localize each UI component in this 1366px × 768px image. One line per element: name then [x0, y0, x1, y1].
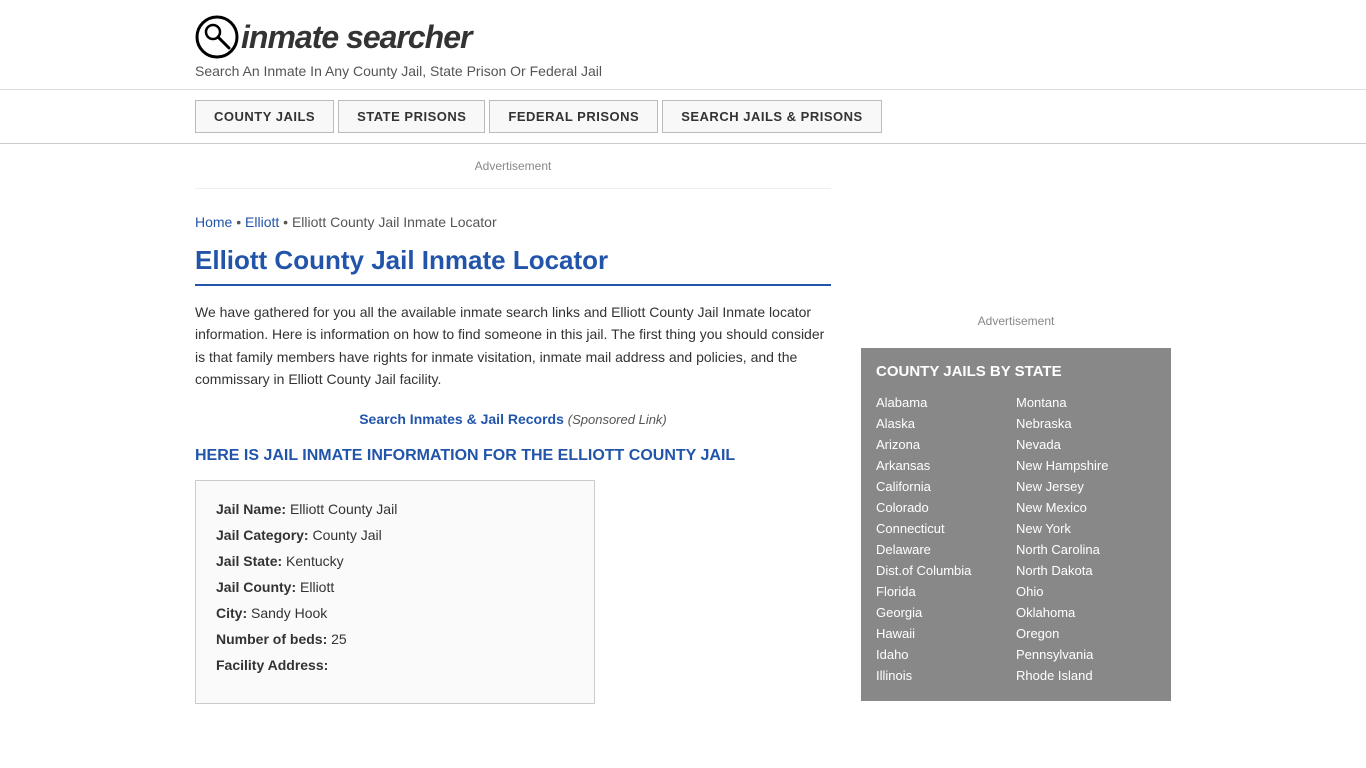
info-row-category: Jail Category: County Jail — [216, 527, 574, 543]
breadcrumb-current: Elliott County Jail Inmate Locator — [292, 214, 497, 230]
info-value-county: Elliott — [300, 579, 334, 595]
states-col2: Montana Nebraska Nevada New Hampshire Ne… — [1016, 392, 1156, 686]
info-box: Jail Name: Elliott County Jail Jail Cate… — [195, 480, 595, 704]
info-label-county: Jail County: — [216, 579, 296, 595]
state-link-north-carolina[interactable]: North Carolina — [1016, 539, 1156, 560]
state-link-hawaii[interactable]: Hawaii — [876, 623, 1016, 644]
body-text: We have gathered for you all the availab… — [195, 301, 831, 391]
section-heading: HERE IS JAIL INMATE INFORMATION FOR THE … — [195, 447, 831, 465]
nav-federal-prisons[interactable]: FEDERAL PRISONS — [489, 100, 658, 133]
state-link-delaware[interactable]: Delaware — [876, 539, 1016, 560]
state-link-rhode-island[interactable]: Rhode Island — [1016, 665, 1156, 686]
logo-area: inmate searcher — [195, 15, 1171, 59]
state-link-illinois[interactable]: Illinois — [876, 665, 1016, 686]
nav-state-prisons[interactable]: STATE PRISONS — [338, 100, 485, 133]
info-row-county: Jail County: Elliott — [216, 579, 574, 595]
state-link-idaho[interactable]: Idaho — [876, 644, 1016, 665]
info-value-city: Sandy Hook — [251, 605, 327, 621]
info-value-name: Elliott County Jail — [290, 501, 397, 517]
content-wrapper: Advertisement Home • Elliott • Elliott C… — [0, 144, 1366, 704]
state-link-colorado[interactable]: Colorado — [876, 497, 1016, 518]
site-header: inmate searcher Search An Inmate In Any … — [0, 0, 1366, 90]
county-jails-title: COUNTY JAILS BY STATE — [876, 363, 1156, 380]
breadcrumb: Home • Elliott • Elliott County Jail Inm… — [195, 204, 831, 245]
state-link-montana[interactable]: Montana — [1016, 392, 1156, 413]
info-value-state: Kentucky — [286, 553, 344, 569]
state-link-north-dakota[interactable]: North Dakota — [1016, 560, 1156, 581]
info-row-state: Jail State: Kentucky — [216, 553, 574, 569]
county-jails-by-state: COUNTY JAILS BY STATE Alabama Alaska Ari… — [861, 348, 1171, 701]
sidebar-ad: Advertisement — [861, 314, 1171, 328]
info-value-beds: 25 — [331, 631, 347, 647]
ad-banner-top: Advertisement — [195, 144, 831, 189]
info-row-address: Facility Address: — [216, 657, 574, 673]
states-col1: Alabama Alaska Arizona Arkansas Californ… — [876, 392, 1016, 686]
logo-icon — [195, 15, 239, 59]
breadcrumb-elliott[interactable]: Elliott — [245, 214, 279, 230]
states-grid: Alabama Alaska Arizona Arkansas Californ… — [876, 392, 1156, 686]
info-label-address: Facility Address: — [216, 657, 328, 673]
state-link-ohio[interactable]: Ohio — [1016, 581, 1156, 602]
state-link-arizona[interactable]: Arizona — [876, 434, 1016, 455]
info-label-category: Jail Category: — [216, 527, 309, 543]
sponsored-link[interactable]: Search Inmates & Jail Records — [359, 411, 564, 427]
info-label-state: Jail State: — [216, 553, 282, 569]
sponsored-note: (Sponsored Link) — [568, 412, 667, 427]
info-row-city: City: Sandy Hook — [216, 605, 574, 621]
state-link-georgia[interactable]: Georgia — [876, 602, 1016, 623]
sidebar: Advertisement COUNTY JAILS BY STATE Alab… — [861, 144, 1171, 704]
state-link-oregon[interactable]: Oregon — [1016, 623, 1156, 644]
main-content: Advertisement Home • Elliott • Elliott C… — [195, 144, 831, 704]
breadcrumb-sep1: • — [232, 214, 245, 230]
breadcrumb-home[interactable]: Home — [195, 214, 232, 230]
state-link-new-hampshire[interactable]: New Hampshire — [1016, 455, 1156, 476]
state-link-nevada[interactable]: Nevada — [1016, 434, 1156, 455]
nav-search-jails[interactable]: SEARCH JAILS & PRISONS — [662, 100, 881, 133]
state-link-pennsylvania[interactable]: Pennsylvania — [1016, 644, 1156, 665]
state-link-connecticut[interactable]: Connecticut — [876, 518, 1016, 539]
state-link-nebraska[interactable]: Nebraska — [1016, 413, 1156, 434]
breadcrumb-sep2: • — [279, 214, 292, 230]
info-label-beds: Number of beds: — [216, 631, 327, 647]
state-link-florida[interactable]: Florida — [876, 581, 1016, 602]
state-link-dc[interactable]: Dist.of Columbia — [876, 560, 1016, 581]
state-link-new-mexico[interactable]: New Mexico — [1016, 497, 1156, 518]
info-row-name: Jail Name: Elliott County Jail — [216, 501, 574, 517]
state-link-alabama[interactable]: Alabama — [876, 392, 1016, 413]
info-value-category: County Jail — [312, 527, 381, 543]
page-title: Elliott County Jail Inmate Locator — [195, 245, 831, 286]
info-row-beds: Number of beds: 25 — [216, 631, 574, 647]
sponsored-link-area: Search Inmates & Jail Records (Sponsored… — [195, 411, 831, 427]
nav-county-jails[interactable]: COUNTY JAILS — [195, 100, 334, 133]
state-link-california[interactable]: California — [876, 476, 1016, 497]
state-link-alaska[interactable]: Alaska — [876, 413, 1016, 434]
logo-text: inmate searcher — [241, 19, 471, 56]
state-link-oklahoma[interactable]: Oklahoma — [1016, 602, 1156, 623]
info-label-city: City: — [216, 605, 247, 621]
state-link-arkansas[interactable]: Arkansas — [876, 455, 1016, 476]
main-nav: COUNTY JAILS STATE PRISONS FEDERAL PRISO… — [0, 90, 1366, 144]
info-label-name: Jail Name: — [216, 501, 286, 517]
state-link-new-jersey[interactable]: New Jersey — [1016, 476, 1156, 497]
state-link-new-york[interactable]: New York — [1016, 518, 1156, 539]
tagline: Search An Inmate In Any County Jail, Sta… — [195, 63, 1171, 79]
